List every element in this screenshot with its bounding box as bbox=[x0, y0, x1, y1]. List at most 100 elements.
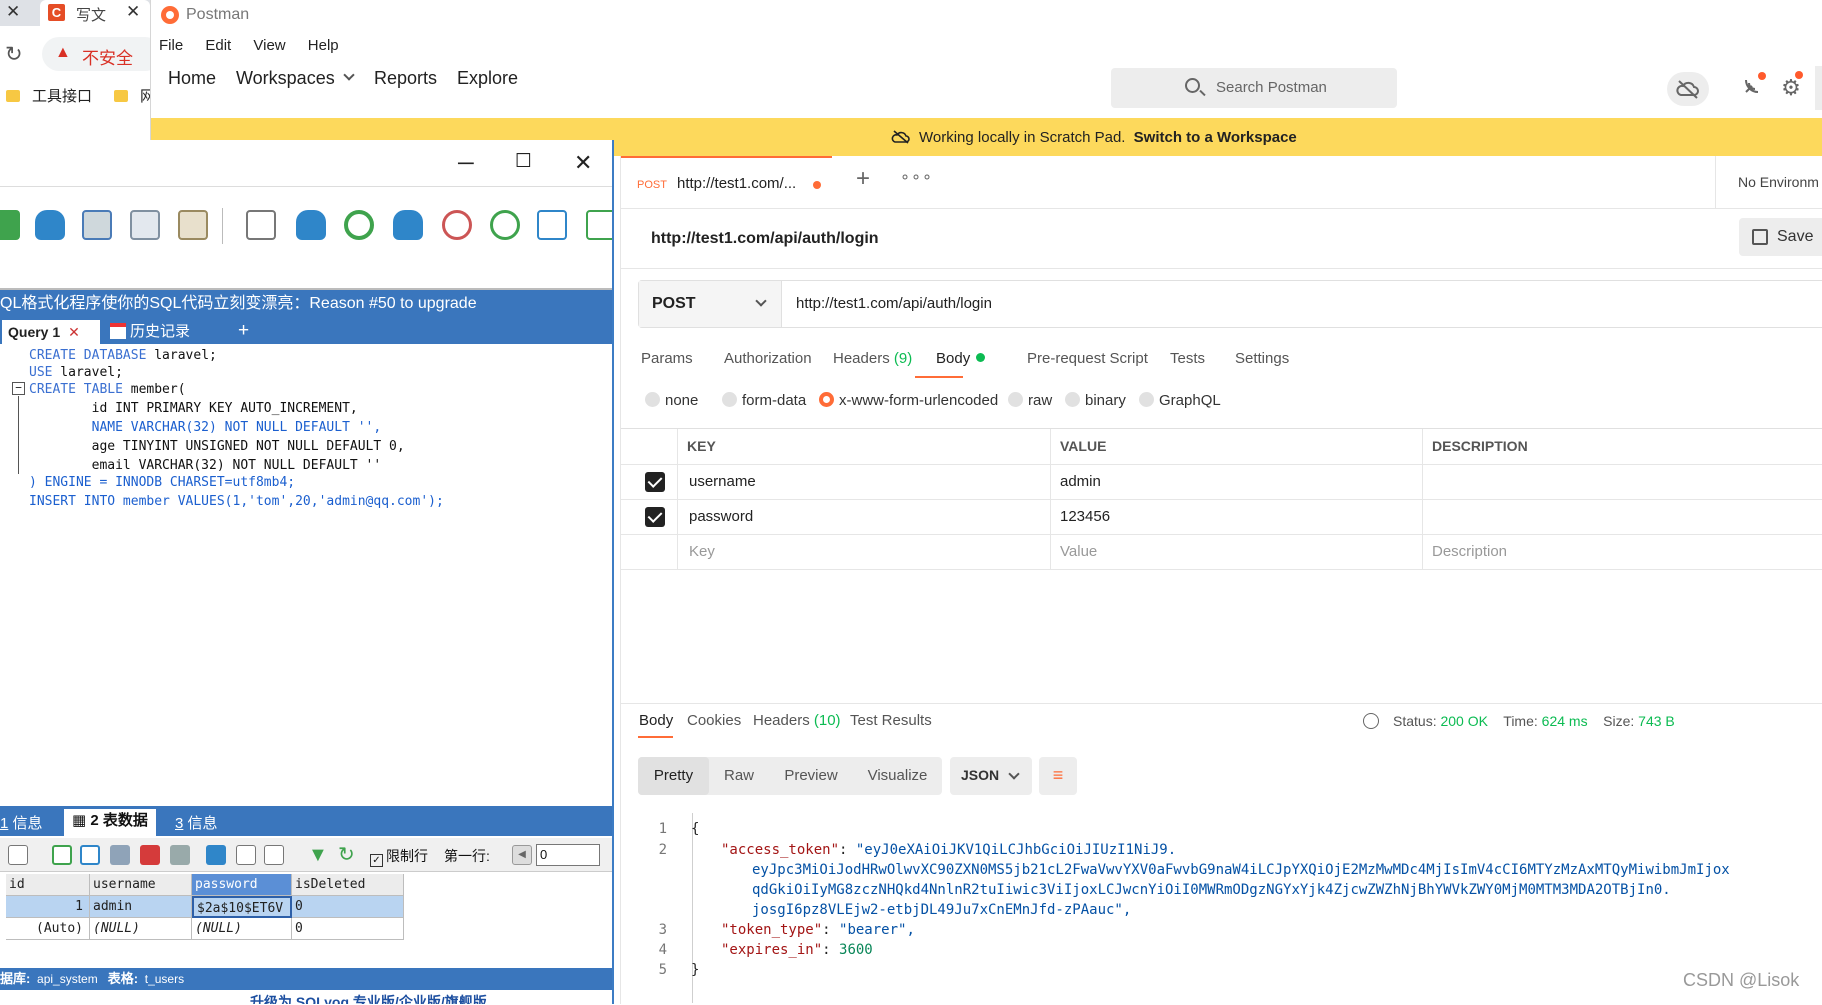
save-icon[interactable] bbox=[110, 845, 130, 865]
tab-body[interactable]: Body bbox=[936, 350, 986, 367]
bookmark-item[interactable]: 网 bbox=[114, 85, 150, 106]
method-select[interactable]: POST bbox=[639, 281, 782, 327]
globe-icon[interactable] bbox=[1363, 713, 1379, 729]
status-code[interactable]: 200 OK bbox=[1440, 713, 1487, 729]
save-button[interactable]: Save bbox=[1739, 218, 1822, 256]
view-preview[interactable]: Preview bbox=[769, 757, 853, 795]
reload-icon[interactable]: ↻ bbox=[5, 42, 23, 67]
maximize-icon[interactable]: ☐ bbox=[515, 150, 532, 173]
toolbar-document-icon[interactable] bbox=[246, 210, 276, 240]
row-checkbox[interactable] bbox=[645, 507, 665, 527]
close-tab-icon[interactable]: ✕ bbox=[6, 2, 20, 22]
sql-editor[interactable]: CREATE DATABASE laravel; USE laravel; − … bbox=[0, 344, 612, 806]
column-header[interactable]: username bbox=[90, 874, 192, 896]
close-tab-icon[interactable]: ✕ bbox=[126, 2, 140, 22]
upgrade-promo-bar[interactable]: QL格式化程序使你的SQL代码立刻变漂亮：Reason #50 to upgra… bbox=[0, 290, 612, 318]
value-input[interactable]: Value bbox=[1050, 535, 1422, 569]
tab-history[interactable]: 历史记录 bbox=[110, 320, 190, 344]
tab-query-1[interactable]: Query 1 ✕ bbox=[2, 320, 100, 344]
switch-workspace-link[interactable]: Switch to a Workspace bbox=[1134, 129, 1297, 146]
tab-authorization[interactable]: Authorization bbox=[724, 350, 812, 367]
tab-headers[interactable]: Headers (9) bbox=[833, 350, 912, 367]
delete-icon[interactable] bbox=[140, 845, 160, 865]
key-cell[interactable]: password bbox=[677, 500, 1050, 534]
add-tab-button[interactable]: + bbox=[238, 320, 249, 342]
toolbar-table-icon[interactable] bbox=[82, 210, 112, 240]
grid-cell[interactable]: (NULL) bbox=[192, 918, 292, 940]
refresh-icon[interactable]: ↻ bbox=[338, 845, 358, 865]
toolbar-database-icon[interactable] bbox=[35, 210, 65, 240]
view-pretty[interactable]: Pretty bbox=[638, 757, 709, 795]
view-visualize[interactable]: Visualize bbox=[853, 757, 942, 795]
request-tab[interactable]: POST http://test1.com/... bbox=[621, 156, 832, 208]
toolbar-grid-icon[interactable] bbox=[130, 210, 160, 240]
toolbar-refresh-icon[interactable] bbox=[344, 210, 374, 240]
toolbar-schema-icon[interactable] bbox=[178, 210, 208, 240]
filter-icon[interactable]: ▼ bbox=[308, 845, 328, 865]
grid-cell[interactable]: (Auto) bbox=[6, 918, 90, 940]
description-cell[interactable] bbox=[1422, 500, 1822, 534]
tab-prerequest-script[interactable]: Pre-request Script bbox=[1027, 350, 1148, 367]
key-input[interactable]: Key bbox=[677, 535, 1050, 569]
nav-explore[interactable]: Explore bbox=[457, 68, 518, 89]
nav-home[interactable]: Home bbox=[168, 68, 216, 89]
toolbar-import-icon[interactable] bbox=[586, 210, 612, 240]
first-row-input[interactable]: 0 bbox=[536, 844, 600, 866]
column-header[interactable]: isDeleted bbox=[292, 874, 404, 896]
add-row-icon[interactable] bbox=[52, 845, 72, 865]
url-input[interactable]: http://test1.com/api/auth/login bbox=[796, 295, 992, 312]
new-tab-button[interactable]: + bbox=[856, 165, 870, 193]
tab-settings[interactable]: Settings bbox=[1235, 350, 1289, 367]
bookmark-item[interactable]: 工具接口 bbox=[6, 85, 92, 106]
response-tab-cookies[interactable]: Cookies bbox=[687, 712, 741, 729]
address-bar[interactable]: ▲ 不安全 bbox=[42, 37, 150, 71]
response-tab-body[interactable]: Body bbox=[639, 712, 673, 729]
duplicate-row-icon[interactable] bbox=[80, 845, 100, 865]
grid-cell[interactable]: (NULL) bbox=[90, 918, 192, 940]
upgrade-link[interactable]: 升级为 SQLyog 专业版/企业版/旗舰版 bbox=[250, 992, 487, 1004]
satellite-icon[interactable] bbox=[1738, 72, 1768, 104]
limit-rows-checkbox[interactable]: ✓ 限制行 bbox=[370, 846, 428, 867]
close-icon[interactable]: ✕ bbox=[574, 150, 592, 176]
nav-reports[interactable]: Reports bbox=[374, 68, 437, 89]
format-select[interactable]: JSON bbox=[950, 757, 1032, 795]
grid-cell[interactable]: 0 bbox=[292, 918, 404, 940]
fold-toggle-icon[interactable]: − bbox=[12, 382, 25, 395]
column-header[interactable]: id bbox=[6, 874, 90, 896]
response-tab-test-results[interactable]: Test Results bbox=[850, 712, 932, 729]
menu-file[interactable]: File bbox=[159, 37, 183, 54]
prev-page-icon[interactable]: ◀ bbox=[512, 845, 532, 865]
grid-view-icon[interactable] bbox=[206, 845, 226, 865]
toolbar-schedule-icon[interactable] bbox=[442, 210, 472, 240]
response-time[interactable]: 624 ms bbox=[1542, 713, 1588, 729]
toolbar-sync-db-icon[interactable] bbox=[296, 210, 326, 240]
settings-gear-icon[interactable]: ⚙ bbox=[1776, 71, 1806, 104]
description-input[interactable]: Description bbox=[1422, 535, 1822, 569]
value-cell[interactable]: 123456 bbox=[1050, 500, 1422, 534]
sync-status-button[interactable] bbox=[1667, 72, 1709, 106]
environment-select[interactable]: No Environm bbox=[1715, 156, 1822, 208]
radio-graphql[interactable]: GraphQL bbox=[1139, 392, 1221, 409]
tab-result-info-3[interactable]: 3 信息 bbox=[175, 812, 218, 833]
cancel-icon[interactable] bbox=[170, 845, 190, 865]
radio-form-data[interactable]: form-data bbox=[722, 392, 806, 409]
toolbar-execute-icon[interactable] bbox=[490, 210, 520, 240]
menu-edit[interactable]: Edit bbox=[205, 37, 231, 54]
radio-urlencoded[interactable]: x-www-form-urlencoded bbox=[819, 392, 998, 409]
close-icon[interactable]: ✕ bbox=[68, 324, 80, 340]
key-cell[interactable]: username bbox=[677, 465, 1050, 499]
text-view-icon[interactable] bbox=[264, 845, 284, 865]
radio-none[interactable]: none bbox=[645, 392, 698, 409]
grid-cell[interactable]: admin bbox=[90, 896, 192, 918]
response-tab-headers[interactable]: Headers (10) bbox=[753, 712, 841, 729]
browser-tab[interactable]: C 写文 ✕ bbox=[40, 0, 150, 28]
form-view-icon[interactable] bbox=[236, 845, 256, 865]
tab-tests[interactable]: Tests bbox=[1170, 350, 1205, 367]
nav-workspaces[interactable]: Workspaces bbox=[236, 68, 355, 89]
toolbar-backup-icon[interactable] bbox=[393, 210, 423, 240]
menu-view[interactable]: View bbox=[253, 37, 285, 54]
response-size[interactable]: 743 B bbox=[1638, 713, 1675, 729]
menu-help[interactable]: Help bbox=[308, 37, 339, 54]
more-options-icon[interactable]: ∘∘∘ bbox=[900, 167, 933, 187]
value-cell[interactable]: admin bbox=[1050, 465, 1422, 499]
